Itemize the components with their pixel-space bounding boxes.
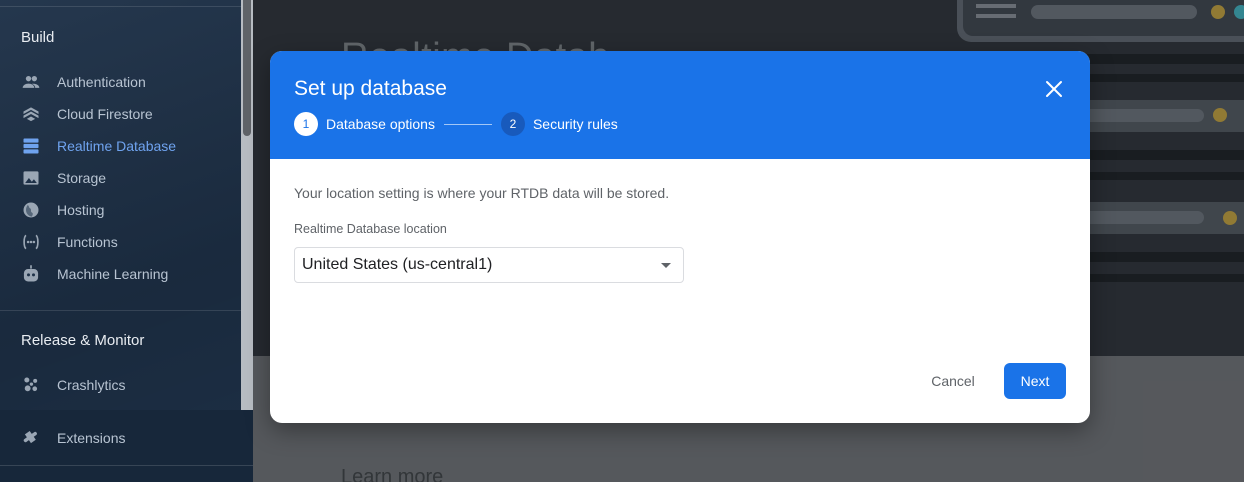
step-2-label: Security rules xyxy=(532,116,618,132)
stepper: 1 Database options 2 Security rules xyxy=(294,112,618,136)
sidebar-item-label: Machine Learning xyxy=(57,266,169,282)
location-field-label: Realtime Database location xyxy=(294,222,447,236)
step-connector xyxy=(443,123,492,125)
location-description: Your location setting is where your RTDB… xyxy=(294,185,670,201)
sidebar-footer: Extensions xyxy=(0,410,253,482)
step-1-label: Database options xyxy=(326,116,435,132)
sidebar-item-authentication[interactable]: Authentication xyxy=(0,66,241,98)
sidebar-item-crashlytics[interactable]: Crashlytics xyxy=(0,369,241,401)
sidebar-item-label: Realtime Database xyxy=(57,138,177,154)
sidebar-scroll-area: Build Authentication Cloud Firestore Rea… xyxy=(0,0,241,410)
sidebar-item-extensions[interactable]: Extensions xyxy=(0,422,241,454)
sidebar-item-label: Crashlytics xyxy=(57,377,126,393)
sidebar-item-machine-learning[interactable]: Machine Learning xyxy=(0,258,241,290)
sidebar-item-realtime-database[interactable]: Realtime Database xyxy=(0,130,241,162)
sidebar-item-cloud-firestore[interactable]: Cloud Firestore xyxy=(0,98,241,130)
location-select[interactable]: United States (us-central1) xyxy=(294,247,684,283)
people-icon xyxy=(20,71,42,93)
robot-icon xyxy=(20,263,42,285)
cancel-button[interactable]: Cancel xyxy=(919,363,987,399)
sidebar-divider xyxy=(0,310,241,311)
sidebar-scrollbar[interactable] xyxy=(241,0,253,410)
sidebar-item-storage[interactable]: Storage xyxy=(0,162,241,194)
setup-database-dialog: Set up database 1 Database options 2 Sec… xyxy=(270,51,1090,423)
sidebar-item-label: Hosting xyxy=(57,202,105,218)
dialog-header: Set up database 1 Database options 2 Sec… xyxy=(270,51,1090,159)
close-icon xyxy=(1046,81,1062,97)
next-button[interactable]: Next xyxy=(1004,363,1066,399)
section-title-release-monitor: Release & Monitor xyxy=(21,332,145,349)
database-icon xyxy=(20,135,42,157)
firestore-icon xyxy=(20,103,42,125)
step-1-number: 1 xyxy=(294,112,318,136)
dialog-title: Set up database xyxy=(294,77,447,100)
dropdown-arrow-icon xyxy=(661,263,671,268)
sidebar-item-label: Cloud Firestore xyxy=(57,106,153,122)
scrollbar-thumb[interactable] xyxy=(243,0,251,136)
sidebar-item-functions[interactable]: Functions xyxy=(0,226,241,258)
globe-icon xyxy=(20,199,42,221)
sidebar-item-label: Authentication xyxy=(57,74,146,90)
functions-icon xyxy=(20,231,42,253)
close-button[interactable] xyxy=(1038,73,1070,105)
extensions-icon xyxy=(20,427,42,449)
sidebar-item-label: Extensions xyxy=(57,430,126,446)
dialog-body: Your location setting is where your RTDB… xyxy=(270,159,1090,423)
sidebar-item-label: Functions xyxy=(57,234,118,250)
sidebar-item-hosting[interactable]: Hosting xyxy=(0,194,241,226)
step-2-number: 2 xyxy=(500,112,525,136)
sidebar: Build Authentication Cloud Firestore Rea… xyxy=(0,0,253,482)
image-icon xyxy=(20,167,42,189)
sidebar-item-label: Storage xyxy=(57,170,107,186)
location-select-value: United States (us-central1) xyxy=(302,256,493,273)
section-title-build: Build xyxy=(21,29,55,46)
crashlytics-icon xyxy=(20,374,42,396)
